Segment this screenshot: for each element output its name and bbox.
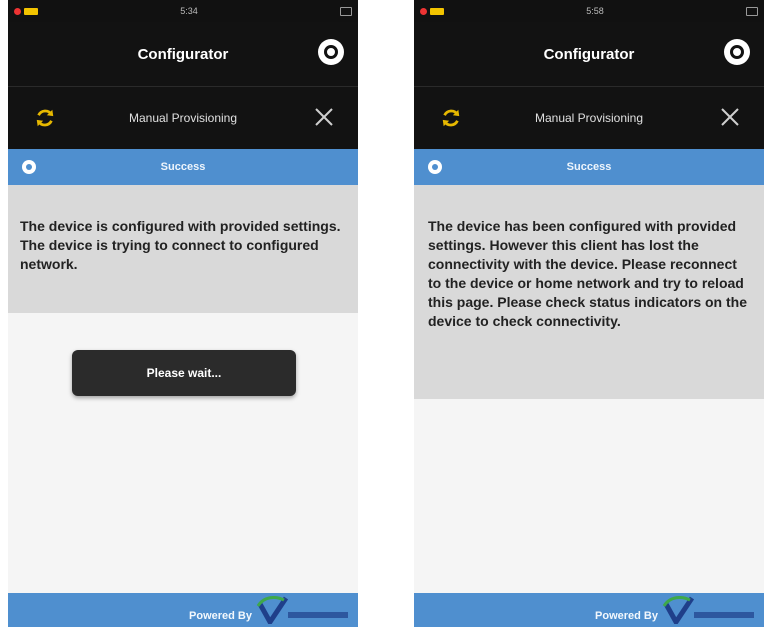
refresh-icon[interactable] bbox=[34, 107, 56, 129]
phone-screen-right: 5:58 Configurator Manual Provisioning Su… bbox=[414, 0, 764, 627]
gear-icon[interactable] bbox=[724, 39, 750, 65]
status-banner-text: Success bbox=[566, 161, 612, 173]
status-message: The device is configured with provided s… bbox=[8, 185, 358, 313]
status-time: 5:34 bbox=[180, 6, 198, 16]
footer: Powered By bbox=[414, 593, 764, 627]
notification-icon bbox=[14, 7, 21, 15]
battery-saver-icon bbox=[430, 7, 444, 15]
page-title: Configurator bbox=[543, 45, 635, 63]
notification-icon bbox=[420, 7, 427, 15]
status-banner: Success bbox=[414, 149, 764, 185]
status-banner-text: Success bbox=[160, 161, 206, 173]
app-header: Configurator bbox=[414, 22, 764, 86]
toolbar: Manual Provisioning bbox=[414, 86, 764, 149]
toolbar-title: Manual Provisioning bbox=[128, 111, 238, 125]
battery-icon bbox=[746, 6, 758, 16]
battery-saver-icon bbox=[24, 7, 38, 15]
refresh-icon[interactable] bbox=[440, 107, 462, 129]
page-title: Configurator bbox=[137, 45, 229, 63]
battery-icon bbox=[340, 6, 352, 16]
info-icon bbox=[428, 160, 442, 174]
status-time: 5:58 bbox=[586, 6, 604, 16]
footer-text: Powered By bbox=[595, 610, 658, 622]
info-icon bbox=[22, 160, 36, 174]
close-icon[interactable] bbox=[718, 105, 742, 129]
gear-icon[interactable] bbox=[318, 39, 344, 65]
brand-logo bbox=[662, 596, 754, 624]
status-message: The device has been configured with prov… bbox=[414, 185, 764, 399]
footer-text: Powered By bbox=[189, 610, 252, 622]
footer: Powered By bbox=[8, 593, 358, 627]
status-bar: 5:58 bbox=[414, 0, 764, 22]
close-icon[interactable] bbox=[312, 105, 336, 129]
status-bar: 5:34 bbox=[8, 0, 358, 22]
app-header: Configurator bbox=[8, 22, 358, 86]
please-wait-button[interactable]: Please wait... bbox=[72, 350, 296, 396]
phone-screen-left: 5:34 Configurator Manual Provisioning Su… bbox=[8, 0, 358, 627]
toolbar-title: Manual Provisioning bbox=[534, 111, 644, 125]
brand-logo bbox=[256, 596, 348, 624]
status-banner: Success bbox=[8, 149, 358, 185]
toolbar: Manual Provisioning bbox=[8, 86, 358, 149]
